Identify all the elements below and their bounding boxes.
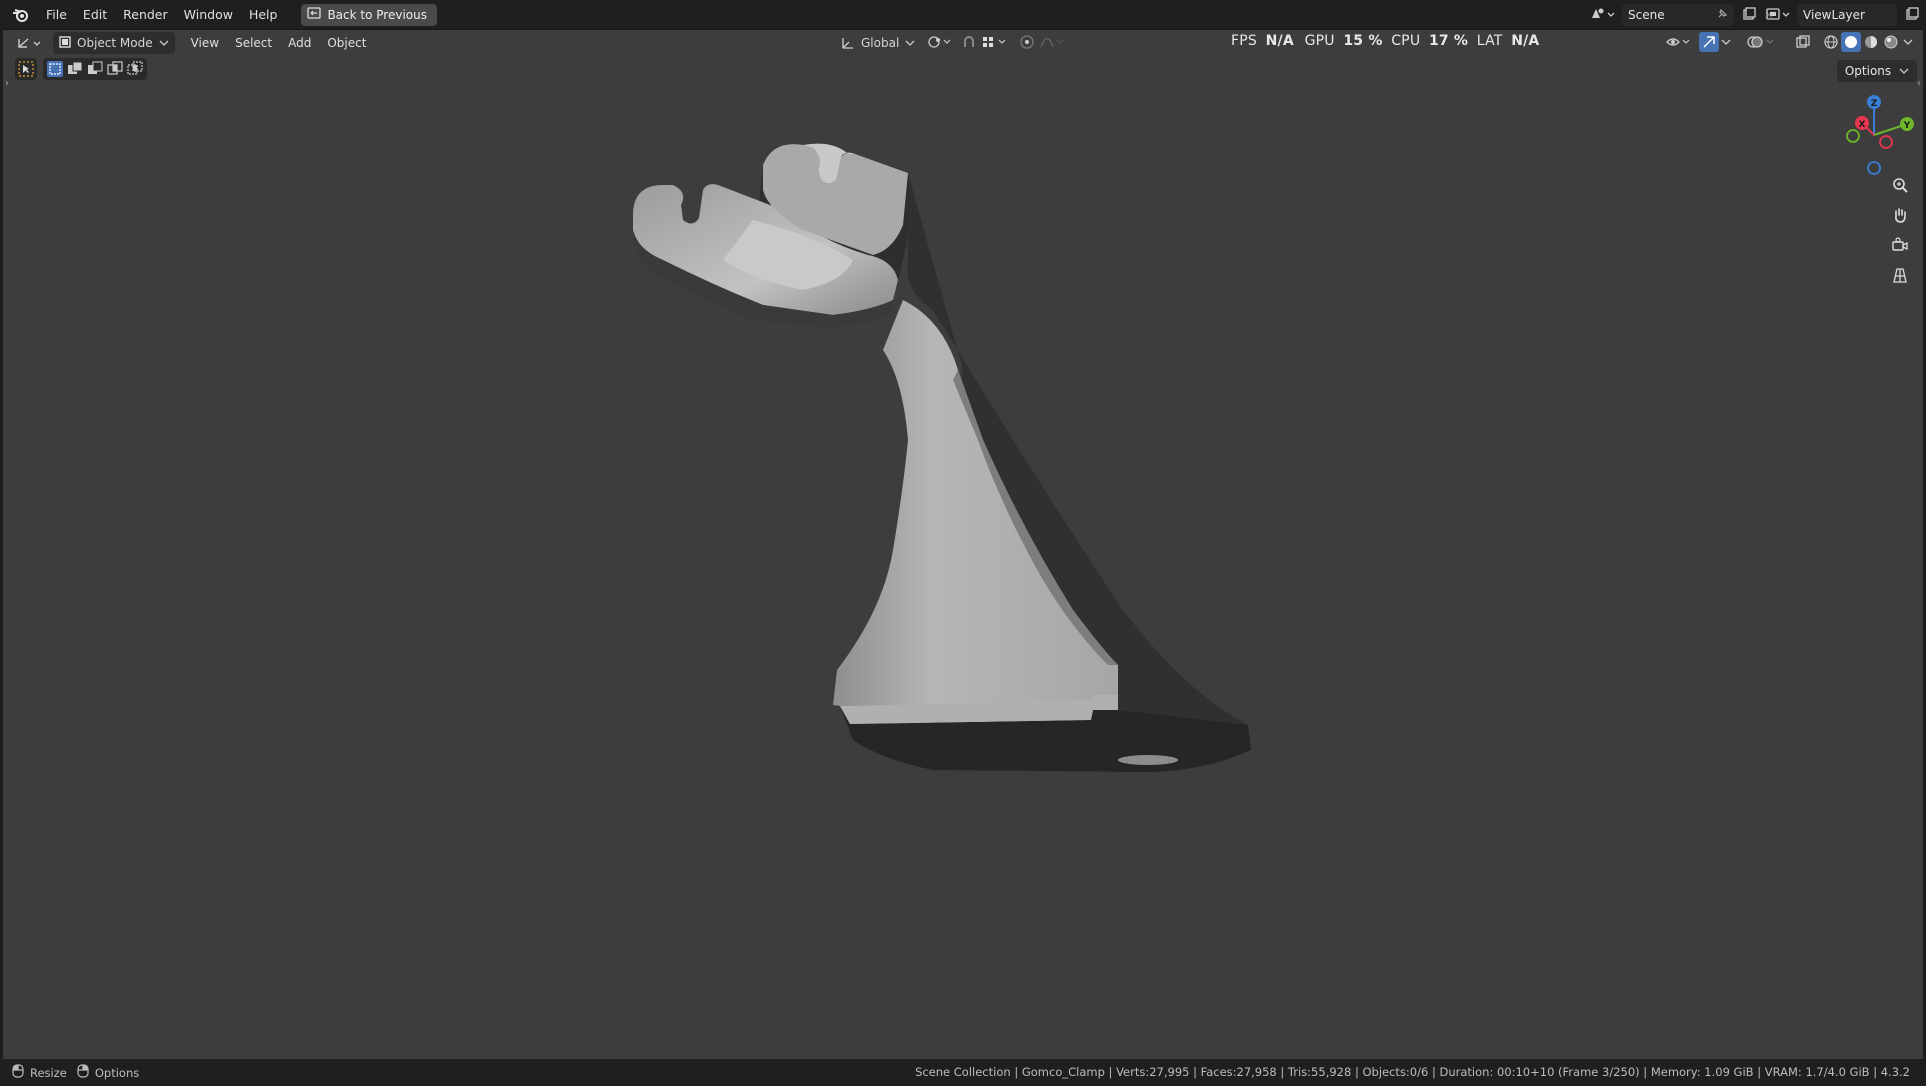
- object-mode-dropdown[interactable]: Object Mode: [53, 32, 175, 54]
- orientation-label: Global: [861, 36, 900, 50]
- mouse-right-icon: [77, 1064, 89, 1081]
- menu-render[interactable]: Render: [115, 4, 176, 26]
- gpu-label: GPU: [1304, 33, 1335, 49]
- tool-settings-row: [15, 58, 147, 80]
- zoom-icon[interactable]: [1887, 172, 1913, 198]
- select-tool-icon[interactable]: [15, 58, 37, 80]
- camera-view-icon[interactable]: [1887, 232, 1913, 258]
- options-dropdown[interactable]: Options: [1836, 60, 1917, 82]
- fps-label: FPS: [1231, 33, 1257, 49]
- scene-name: Scene: [1628, 8, 1665, 22]
- options-label: Options: [1844, 64, 1892, 78]
- menu-window[interactable]: Window: [176, 4, 241, 26]
- lat-label: LAT: [1476, 33, 1503, 49]
- scene-statistics: Scene Collection | Gomco_Clamp | Verts:2…: [915, 1065, 1910, 1079]
- scene-icon[interactable]: [1590, 6, 1616, 25]
- menu-help[interactable]: Help: [241, 4, 286, 26]
- new-viewlayer-icon[interactable]: [1905, 6, 1919, 24]
- pivot-point-icon[interactable]: [927, 34, 953, 50]
- snap-toggle-icon[interactable]: [961, 34, 977, 50]
- overlays-icon[interactable]: [1747, 34, 1777, 50]
- blender-logo-icon[interactable]: [12, 6, 30, 24]
- editor-type-icon[interactable]: [15, 35, 45, 51]
- wireframe-shading-icon[interactable]: [1823, 34, 1839, 50]
- scene-selector: Scene ✕: [1590, 4, 1774, 26]
- menu-select[interactable]: Select: [227, 32, 280, 54]
- status-resize-label: Resize: [30, 1065, 67, 1080]
- rendered-shading-icon[interactable]: [1883, 34, 1899, 50]
- orientation-axes-icon: [842, 38, 853, 49]
- menu-file[interactable]: File: [38, 4, 75, 26]
- falloff-curve-icon[interactable]: [1039, 34, 1067, 50]
- pan-hand-icon[interactable]: [1887, 202, 1913, 228]
- status-options-label: Options: [94, 1065, 140, 1080]
- chevron-down-icon: [159, 36, 169, 50]
- xray-toggle-icon[interactable]: [1795, 34, 1811, 50]
- pin-icon[interactable]: [1716, 8, 1728, 23]
- shading-dropdown-icon[interactable]: [1903, 38, 1913, 46]
- gizmo-dropdown-icon[interactable]: [1721, 38, 1731, 46]
- gizmo-z-label: Z: [1871, 99, 1878, 109]
- solid-shading-icon[interactable]: [1841, 32, 1861, 52]
- top-menu-bar: File Edit Render Window Help Back to Pre…: [0, 0, 1926, 30]
- material-preview-icon[interactable]: [1863, 34, 1879, 50]
- select-difference-icon[interactable]: [107, 60, 123, 78]
- chevron-down-icon: [1899, 68, 1909, 74]
- perspective-toggle-icon[interactable]: [1887, 262, 1913, 288]
- cpu-label: CPU: [1391, 33, 1421, 49]
- gizmo-y-label: Y: [1903, 121, 1911, 131]
- proportional-edit-icon[interactable]: [1019, 34, 1035, 50]
- gpu-value: 15 %: [1343, 33, 1383, 49]
- performance-stats: FPS N/A GPU 15 % CPU 17 % LAT N/A: [1231, 30, 1539, 52]
- navigation-gizmo[interactable]: Z Y X: [1829, 90, 1919, 180]
- viewlayer-selector: ViewLayer ✕: [1765, 4, 1926, 26]
- object-mode-icon: [59, 35, 71, 51]
- sidebar-expand-arrow-icon[interactable]: ‹: [1917, 78, 1921, 89]
- menu-edit[interactable]: Edit: [75, 4, 115, 26]
- back-screen-icon: [307, 4, 322, 26]
- back-to-previous-button[interactable]: Back to Previous: [301, 3, 437, 26]
- select-intersect-icon[interactable]: [127, 60, 143, 78]
- select-extend-icon[interactable]: [67, 61, 83, 78]
- gizmo-x-label: X: [1859, 120, 1866, 130]
- menu-view[interactable]: View: [183, 32, 227, 54]
- back-to-previous-label: Back to Previous: [327, 7, 427, 22]
- cpu-value: 17 %: [1428, 33, 1469, 49]
- gizmo-toggle-icon[interactable]: [1699, 32, 1719, 52]
- scene-field[interactable]: Scene: [1622, 4, 1734, 26]
- toolbar-expand-arrow-icon[interactable]: ›: [5, 78, 9, 89]
- fps-value: N/A: [1265, 33, 1294, 49]
- mouse-left-icon: [12, 1064, 24, 1081]
- 3d-viewport[interactable]: Object Mode View Select Add Object Globa…: [3, 30, 1923, 1059]
- new-scene-icon[interactable]: [1742, 6, 1756, 24]
- transform-orientation-dropdown[interactable]: Global: [841, 32, 915, 54]
- select-new-icon[interactable]: [47, 61, 63, 77]
- viewlayer-name: ViewLayer: [1803, 8, 1865, 22]
- viewlayer-field[interactable]: ViewLayer: [1797, 4, 1897, 26]
- visibility-selectability-icon[interactable]: [1665, 34, 1693, 50]
- object-mode-label: Object Mode: [77, 36, 153, 50]
- menu-add[interactable]: Add: [280, 32, 319, 54]
- selection-mode-group: [43, 58, 147, 80]
- snap-target-icon[interactable]: [981, 34, 1009, 50]
- 3d-model-object[interactable]: [603, 110, 1263, 890]
- menu-object[interactable]: Object: [319, 32, 374, 54]
- lat-value: N/A: [1511, 33, 1540, 49]
- select-subtract-icon[interactable]: [87, 61, 103, 78]
- viewport-header: Object Mode View Select Add Object Globa…: [3, 30, 1923, 56]
- viewlayer-icon[interactable]: [1765, 6, 1791, 25]
- status-bar: Resize Options Scene Collection | Gomco_…: [0, 1059, 1926, 1086]
- chevron-down-icon: [905, 40, 915, 46]
